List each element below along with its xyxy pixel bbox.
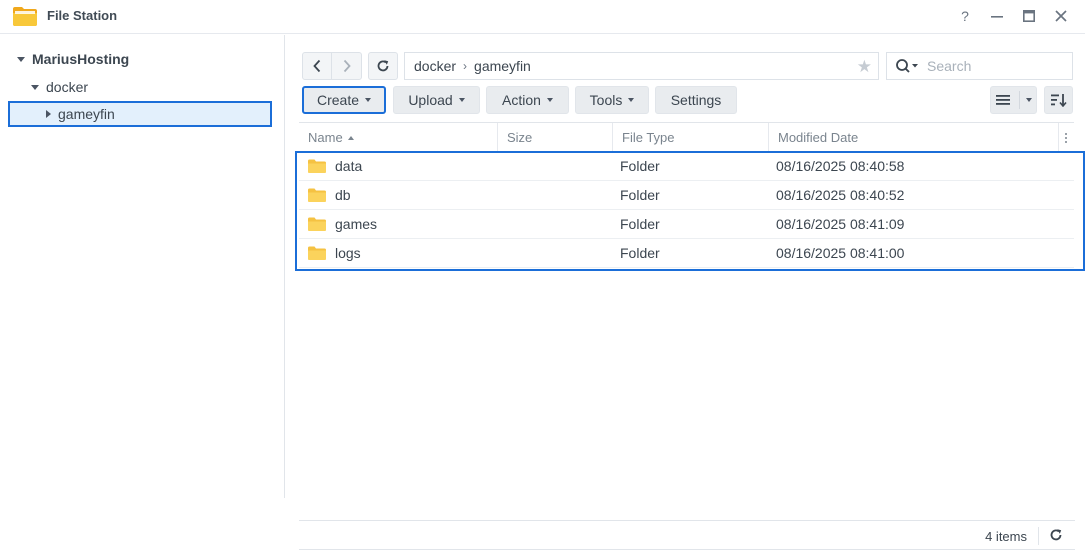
chevron-right-icon: [343, 59, 351, 73]
action-label: Action: [502, 92, 541, 108]
type-cell: Folder: [620, 216, 660, 232]
dropdown-caret-icon: [546, 98, 553, 102]
table-row[interactable]: data Folder 08/16/2025 08:40:58: [299, 152, 1074, 181]
sort-icon: [1050, 94, 1067, 107]
tree-item-label: gameyfin: [58, 106, 115, 122]
tree-root-label: MariusHosting: [32, 51, 130, 67]
footer-divider: [1038, 527, 1039, 545]
tree-item-label: docker: [46, 79, 89, 95]
column-header-size[interactable]: Size: [498, 123, 613, 152]
column-header-modified-date[interactable]: Modified Date: [769, 123, 1059, 152]
dropdown-caret-icon: [458, 98, 465, 102]
table-row[interactable]: db Folder 08/16/2025 08:40:52: [299, 181, 1074, 210]
create-label: Create: [316, 92, 360, 108]
search-input[interactable]: Search: [886, 52, 1073, 80]
column-header-name[interactable]: Name: [299, 123, 498, 152]
list-view-icon: [996, 95, 1010, 105]
table-row[interactable]: logs Folder 08/16/2025 08:41:00: [299, 239, 1074, 268]
breadcrumb-gameyfin[interactable]: gameyfin: [474, 58, 531, 74]
name-cell: db: [308, 181, 351, 209]
column-label: Size: [507, 130, 533, 145]
sort-button[interactable]: [1044, 86, 1073, 114]
list-view-button[interactable]: [990, 86, 1037, 114]
maximize-button[interactable]: [1019, 6, 1039, 26]
file-name: games: [335, 216, 378, 232]
collapse-arrow-icon[interactable]: [46, 110, 51, 118]
refresh-button[interactable]: [368, 52, 398, 80]
folder-icon: [308, 159, 326, 173]
search-icon[interactable]: [895, 58, 919, 74]
tree-item-mariushosting[interactable]: MariusHosting: [17, 47, 129, 71]
action-button[interactable]: Action: [486, 86, 569, 114]
chevron-left-icon: [313, 59, 321, 73]
modified-cell: 08/16/2025 08:41:09: [776, 216, 905, 232]
file-name: logs: [335, 245, 361, 261]
maximize-icon: [1023, 10, 1035, 22]
table-row[interactable]: games Folder 08/16/2025 08:41:09: [299, 210, 1074, 239]
sort-ascending-icon: [347, 135, 354, 140]
column-label: File Type: [622, 130, 675, 145]
item-count: 4 items: [985, 529, 1027, 544]
star-icon[interactable]: ★: [857, 57, 872, 77]
close-button[interactable]: [1051, 6, 1071, 26]
refresh-icon: [377, 60, 389, 72]
column-label: Name: [308, 130, 343, 145]
name-cell: data: [308, 152, 362, 180]
help-button[interactable]: ?: [955, 6, 975, 26]
panel-splitter[interactable]: [284, 35, 285, 498]
file-name: db: [335, 187, 351, 203]
minimize-icon: [991, 16, 1003, 18]
type-cell: Folder: [620, 245, 660, 261]
app-title: File Station: [47, 8, 118, 23]
type-cell: Folder: [620, 187, 660, 203]
column-menu-icon[interactable]: [1058, 123, 1074, 152]
grid-header: Name Size File Type Modified Date: [299, 122, 1074, 152]
file-name: data: [335, 158, 363, 174]
dropdown-caret-icon: [365, 98, 372, 102]
forward-button[interactable]: [331, 52, 362, 80]
file-list: data Folder 08/16/2025 08:40:58 db Folde…: [299, 152, 1074, 268]
tools-button[interactable]: Tools: [575, 86, 649, 114]
close-icon: [1055, 10, 1067, 22]
upload-button[interactable]: Upload: [393, 86, 480, 114]
title-bar: File Station ?: [0, 0, 1085, 34]
settings-label: Settings: [670, 92, 722, 108]
breadcrumb-docker[interactable]: docker: [414, 58, 456, 74]
status-bar: 4 items: [299, 520, 1075, 550]
minimize-button[interactable]: [987, 6, 1007, 26]
back-button[interactable]: [302, 52, 332, 80]
refresh-icon[interactable]: [1049, 528, 1063, 542]
dropdown-caret-icon: [628, 98, 635, 102]
path-bar[interactable]: docker › gameyfin ★: [404, 52, 879, 80]
column-label: Modified Date: [778, 130, 859, 145]
breadcrumb-separator: ›: [463, 59, 468, 73]
type-cell: Folder: [620, 158, 660, 174]
tools-label: Tools: [589, 92, 623, 108]
modified-cell: 08/16/2025 08:40:58: [776, 158, 905, 174]
folder-icon: [308, 217, 326, 231]
folder-icon: [308, 188, 326, 202]
file-station-folder-icon: [13, 7, 37, 26]
create-button[interactable]: Create: [302, 86, 386, 114]
settings-button[interactable]: Settings: [655, 86, 737, 114]
column-header-file-type[interactable]: File Type: [613, 123, 769, 152]
view-dropdown-caret-icon[interactable]: [1026, 98, 1032, 102]
name-cell: logs: [308, 239, 361, 267]
expand-arrow-icon[interactable]: [31, 84, 39, 90]
search-placeholder: Search: [927, 58, 972, 74]
modified-cell: 08/16/2025 08:41:00: [776, 245, 905, 261]
tree-item-docker[interactable]: docker: [31, 75, 88, 99]
modified-cell: 08/16/2025 08:40:52: [776, 187, 905, 203]
name-cell: games: [308, 210, 377, 238]
tree-item-gameyfin-row[interactable]: gameyfin: [46, 102, 115, 126]
expand-arrow-icon[interactable]: [17, 56, 25, 62]
upload-label: Upload: [408, 92, 453, 108]
folder-icon: [308, 246, 326, 260]
